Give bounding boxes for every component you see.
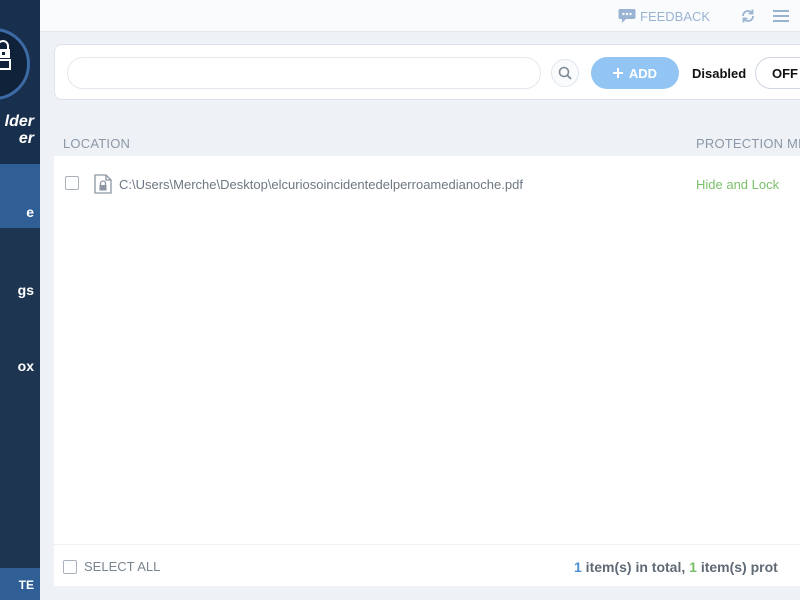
plus-icon bbox=[612, 68, 623, 78]
refresh-icon[interactable] bbox=[740, 8, 756, 24]
toggle-label: OFF bbox=[772, 66, 798, 81]
items-summary: 1 item(s) in total, 1 item(s) prot bbox=[574, 559, 778, 575]
locked-file-icon bbox=[94, 174, 112, 194]
brand-name: lder er bbox=[5, 113, 34, 147]
sidebar-item-home[interactable]: e bbox=[0, 164, 40, 228]
search-input[interactable] bbox=[67, 57, 541, 89]
sidebar-item-label: e bbox=[26, 204, 34, 220]
file-path: C:\Users\Merche\Desktop\elcuriosoinciden… bbox=[119, 177, 523, 192]
table-row[interactable]: C:\Users\Merche\Desktop\elcuriosoinciden… bbox=[54, 168, 800, 200]
lock-icon bbox=[0, 40, 11, 70]
toolbar-card: ADD Disabled OFF bbox=[54, 44, 800, 100]
protection-status-label: Disabled bbox=[692, 66, 747, 81]
column-header-location[interactable]: LOCATION bbox=[63, 136, 130, 151]
sidebar-bottom-label: TE bbox=[18, 578, 34, 592]
sidebar-item-label: gs bbox=[17, 282, 34, 298]
table-header: LOCATION PROTECTION MET bbox=[54, 128, 800, 156]
protected-text: item(s) prot bbox=[696, 559, 778, 575]
app-logo-area: lder er bbox=[0, 0, 40, 164]
hamburger-menu-icon[interactable] bbox=[773, 9, 789, 23]
search-icon bbox=[558, 66, 572, 80]
brand-line-2: er bbox=[18, 130, 34, 147]
select-all-label[interactable]: SELECT ALL bbox=[84, 559, 160, 574]
total-text: item(s) in total, bbox=[581, 559, 690, 575]
protected-items-table: LOCATION PROTECTION MET C:\Users\Merche\… bbox=[54, 128, 800, 586]
table-footer: SELECT ALL 1 item(s) in total, 1 item(s)… bbox=[54, 544, 800, 586]
chat-bubble-icon bbox=[618, 9, 636, 23]
sidebar-item-toolbox[interactable]: ox bbox=[0, 342, 40, 392]
total-count: 1 bbox=[574, 559, 582, 575]
protection-toggle[interactable]: OFF bbox=[755, 57, 800, 89]
column-header-protection-method[interactable]: PROTECTION MET bbox=[696, 136, 800, 151]
brand-line-1: lder bbox=[4, 113, 34, 130]
sidebar-item-label: ox bbox=[17, 358, 34, 374]
search-button[interactable] bbox=[551, 59, 579, 87]
feedback-label: FEEDBACK bbox=[640, 8, 711, 24]
sidebar: lder er e gs ox TE bbox=[0, 0, 40, 600]
protection-method: Hide and Lock bbox=[696, 177, 780, 192]
row-checkbox[interactable] bbox=[65, 176, 79, 190]
protected-count: 1 bbox=[689, 559, 697, 575]
add-button[interactable]: ADD bbox=[591, 57, 679, 89]
sidebar-activate-button[interactable]: TE bbox=[0, 568, 40, 600]
select-all-checkbox[interactable] bbox=[63, 560, 77, 574]
title-bar: FEEDBACK bbox=[40, 0, 800, 32]
feedback-button[interactable]: FEEDBACK bbox=[618, 8, 710, 24]
add-button-label: ADD bbox=[628, 65, 658, 81]
sidebar-item-settings[interactable]: gs bbox=[0, 266, 40, 316]
